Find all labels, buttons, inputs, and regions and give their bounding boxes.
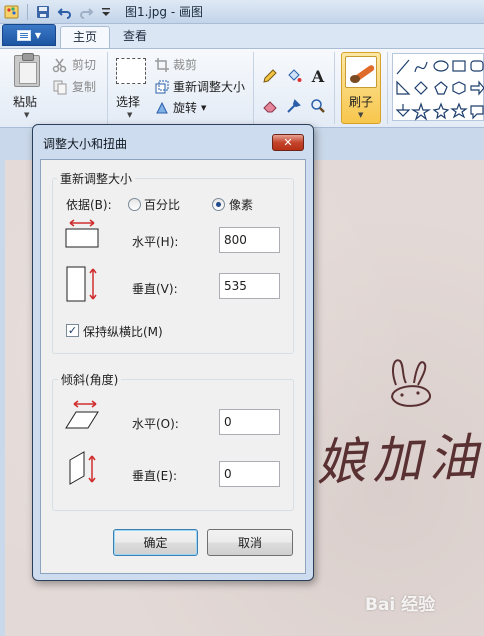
keep-aspect-ratio-label[interactable]: 保持纵横比(M) bbox=[83, 323, 163, 340]
skew-group-title: 倾斜(角度) bbox=[58, 371, 122, 388]
dialog-title: 调整大小和扭曲 bbox=[43, 137, 128, 151]
ribbon-separator bbox=[334, 52, 335, 124]
copy-icon bbox=[53, 80, 67, 94]
magnifier-tool[interactable] bbox=[308, 96, 328, 116]
magnifier-icon bbox=[311, 99, 325, 113]
select-dropdown-arrow[interactable]: ▼ bbox=[127, 111, 132, 119]
brush-icon bbox=[345, 56, 377, 88]
cut-label: 剪切 bbox=[72, 58, 97, 72]
crop-button[interactable]: 裁剪 bbox=[155, 56, 197, 73]
horizontal-size-label: 水平(H): bbox=[132, 235, 179, 249]
pixels-radio-label[interactable]: 像素 bbox=[229, 196, 253, 213]
fill-tool[interactable] bbox=[284, 66, 304, 86]
paint-app-icon[interactable] bbox=[4, 4, 20, 20]
eyedropper-icon bbox=[287, 99, 301, 113]
horizontal-skew-label: 水平(O): bbox=[132, 417, 179, 431]
resize-button[interactable]: 重新调整大小 bbox=[155, 78, 245, 95]
vertical-resize-icon bbox=[66, 266, 97, 302]
brushes-dropdown-arrow: ▼ bbox=[358, 111, 364, 119]
percent-radio[interactable] bbox=[128, 198, 141, 211]
paste-button-label[interactable]: 粘贴 bbox=[13, 93, 37, 110]
menu-icon bbox=[16, 29, 31, 41]
chevron-down-icon: ▼ bbox=[34, 30, 42, 40]
ribbon-separator bbox=[253, 52, 254, 124]
vertical-size-input[interactable] bbox=[219, 273, 280, 299]
baidu-watermark: Bai 经验 bbox=[365, 595, 436, 615]
paint-menu-button[interactable]: ▼ bbox=[2, 24, 56, 46]
redo-icon[interactable] bbox=[78, 4, 94, 20]
brushes-label: 刷子 bbox=[349, 95, 374, 109]
crop-icon bbox=[155, 57, 169, 72]
paste-dropdown-arrow[interactable]: ▼ bbox=[24, 111, 29, 119]
pencil-tool[interactable] bbox=[260, 66, 280, 86]
window-title: 图1.jpg - 画图 bbox=[125, 5, 203, 19]
ribbon-separator bbox=[387, 52, 388, 124]
select-button-label[interactable]: 选择 bbox=[116, 93, 140, 110]
vertical-skew-icon bbox=[69, 451, 96, 485]
pixels-radio[interactable] bbox=[212, 198, 225, 211]
resize-label: 重新调整大小 bbox=[173, 80, 246, 94]
select-icon[interactable] bbox=[116, 58, 146, 84]
handwriting-text: 娘加油 bbox=[315, 428, 484, 492]
undo-icon[interactable] bbox=[57, 4, 73, 20]
rotate-label: 旋转 bbox=[173, 101, 198, 115]
copy-label: 复制 bbox=[72, 80, 97, 94]
bunny-doodle-icon bbox=[390, 359, 431, 407]
paint-bucket-icon bbox=[288, 69, 302, 82]
keep-aspect-ratio-checkbox[interactable]: ✓ bbox=[66, 324, 79, 337]
ok-button[interactable]: 确定 bbox=[113, 529, 198, 556]
shapes-gallery[interactable] bbox=[392, 53, 484, 121]
shapes-icons bbox=[395, 59, 484, 121]
paste-icon[interactable] bbox=[14, 53, 40, 87]
vertical-skew-input[interactable] bbox=[219, 461, 280, 487]
customize-toolbar-icon[interactable] bbox=[98, 4, 114, 20]
by-label: 依据(B): bbox=[66, 198, 112, 212]
crop-label: 裁剪 bbox=[173, 58, 198, 72]
horizontal-resize-icon bbox=[65, 219, 99, 248]
eraser-icon bbox=[263, 101, 277, 113]
horizontal-skew-input[interactable] bbox=[219, 409, 280, 435]
rotate-dropdown-arrow: ▼ bbox=[201, 103, 207, 112]
vertical-skew-label: 垂直(E): bbox=[132, 469, 177, 483]
percent-radio-label[interactable]: 百分比 bbox=[144, 196, 180, 213]
tab-home[interactable]: 主页 bbox=[60, 26, 111, 49]
text-tool[interactable]: A bbox=[308, 66, 328, 86]
scissors-icon bbox=[52, 58, 67, 72]
horizontal-size-input[interactable] bbox=[219, 227, 280, 253]
eraser-tool[interactable] bbox=[260, 96, 280, 116]
copy-button[interactable]: 复制 bbox=[52, 78, 96, 95]
title-separator bbox=[27, 4, 28, 20]
vertical-size-label: 垂直(V): bbox=[132, 282, 178, 296]
resize-group-title: 重新调整大小 bbox=[57, 170, 136, 187]
horizontal-skew-icon bbox=[65, 400, 99, 429]
title-bar: 图1.jpg - 画图 bbox=[0, 0, 484, 24]
cut-button[interactable]: 剪切 bbox=[52, 56, 96, 73]
rotate-button[interactable]: 旋转 ▼ bbox=[155, 99, 206, 116]
dialog-close-button[interactable]: ✕ bbox=[272, 134, 304, 151]
rotate-icon bbox=[156, 101, 168, 113]
resize-icon bbox=[155, 80, 169, 93]
ribbon-separator bbox=[107, 52, 108, 124]
save-icon[interactable] bbox=[35, 4, 51, 20]
cancel-button[interactable]: 取消 bbox=[207, 529, 293, 556]
color-picker-tool[interactable] bbox=[284, 96, 304, 116]
tab-view[interactable]: 查看 bbox=[111, 26, 159, 48]
pencil-icon bbox=[263, 69, 277, 83]
